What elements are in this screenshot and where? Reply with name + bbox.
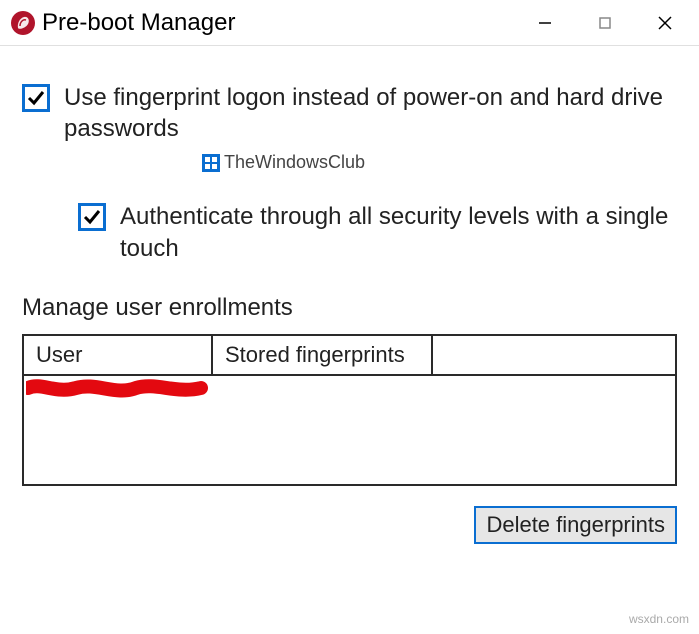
table-row[interactable] [24, 375, 675, 408]
app-icon [10, 10, 36, 36]
minimize-button[interactable] [515, 0, 575, 46]
authenticate-all-checkbox[interactable] [78, 203, 106, 231]
maximize-button[interactable] [575, 0, 635, 46]
fingerprint-logon-label: Use fingerprint logon instead of power-o… [64, 82, 677, 144]
source-tag: wsxdn.com [629, 612, 689, 626]
watermark-text: TheWindowsClub [224, 152, 365, 173]
watermark: TheWindowsClub [202, 152, 677, 173]
action-row: Delete fingerprints [22, 506, 677, 544]
watermark-icon [202, 154, 220, 172]
fingerprint-logon-checkbox[interactable] [22, 84, 50, 112]
column-header-empty [432, 336, 675, 375]
authenticate-all-option: Authenticate through all security levels… [78, 201, 677, 263]
window-title: Pre-boot Manager [42, 9, 515, 37]
enrollments-section-label: Manage user enrollments [22, 294, 677, 322]
cell-stored [212, 375, 432, 408]
content-area: Use fingerprint logon instead of power-o… [0, 46, 699, 566]
window-controls [515, 0, 695, 46]
titlebar: Pre-boot Manager [0, 0, 699, 46]
column-header-stored[interactable]: Stored fingerprints [212, 336, 432, 375]
cell-user [24, 375, 212, 408]
close-button[interactable] [635, 0, 695, 46]
fingerprint-logon-option: Use fingerprint logon instead of power-o… [22, 82, 677, 144]
redacted-user-text [34, 380, 202, 398]
column-header-user[interactable]: User [24, 336, 212, 375]
enrollments-table: User Stored fingerprints [22, 334, 677, 486]
delete-fingerprints-button[interactable]: Delete fingerprints [474, 506, 677, 544]
authenticate-all-label: Authenticate through all security levels… [120, 201, 677, 263]
